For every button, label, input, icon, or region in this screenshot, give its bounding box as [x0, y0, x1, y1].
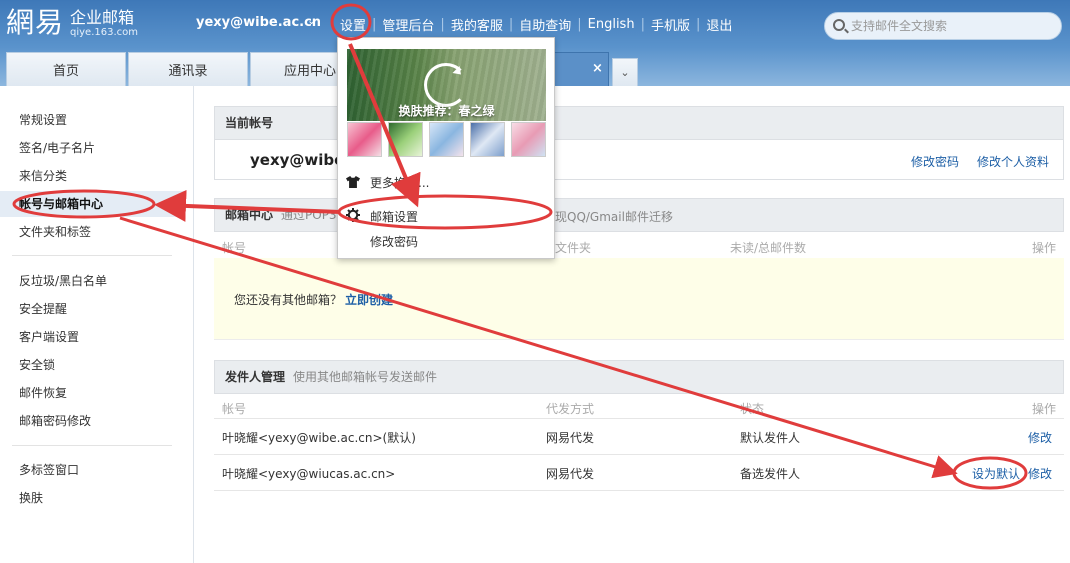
sidebar-item-antispam[interactable]: 反垃圾/黑白名单: [0, 268, 184, 294]
modify-sender-link[interactable]: 修改: [1028, 429, 1052, 446]
panel-subtitle: 使用其他邮箱帐号发送邮件: [293, 370, 438, 384]
empty-mailbox-text: 您还没有其他邮箱？: [234, 293, 343, 307]
skin-thumbnails: [347, 122, 552, 157]
sender-status: 默认发件人: [740, 431, 801, 445]
sidebar-divider: [12, 255, 172, 256]
row-divider: [214, 490, 1064, 491]
column-header-account: 帐号: [222, 241, 247, 255]
search-icon[interactable]: [833, 19, 845, 31]
logo-domain: qiye.163.com: [70, 27, 139, 38]
row-divider: [214, 418, 1064, 419]
create-mailbox-link[interactable]: 立即创建: [345, 291, 393, 308]
sender-status: 备选发件人: [740, 467, 801, 481]
tab-home[interactable]: 首页: [6, 52, 126, 86]
panel-title: 邮箱中心: [225, 208, 274, 222]
skin-thumbnail[interactable]: [511, 122, 546, 157]
sender-account: 叶晓耀<yexy@wiucas.ac.cn>: [222, 467, 396, 481]
column-header-actions: 操作: [1032, 402, 1057, 416]
sidebar-divider: [12, 445, 172, 446]
nav-admin[interactable]: 管理后台: [376, 15, 440, 34]
change-password-item[interactable]: 修改密码: [370, 233, 418, 250]
sidebar-item-client[interactable]: 客户端设置: [0, 324, 184, 350]
skin-thumbnail[interactable]: [429, 122, 464, 157]
skin-preview[interactable]: 换肤推荐：春之绿: [347, 49, 546, 121]
sidebar-item-account-center[interactable]: 帐号与邮箱中心: [0, 191, 184, 217]
column-header-actions: 操作: [1032, 241, 1057, 255]
skin-thumbnail[interactable]: [388, 122, 423, 157]
sidebar-item-security-alert[interactable]: 安全提醒: [0, 296, 184, 322]
logo-product-name: 企业邮箱: [70, 8, 135, 27]
change-password-link[interactable]: 修改密码: [911, 153, 959, 170]
sidebar-item-multi-tab[interactable]: 多标签窗口: [0, 457, 184, 483]
sidebar-item-security-lock[interactable]: 安全锁: [0, 352, 184, 378]
nav-logout[interactable]: 退出: [700, 15, 738, 34]
sidebar-item-general[interactable]: 常规设置: [0, 107, 184, 133]
panel-title: 当前帐号: [225, 116, 274, 130]
skin-thumbnail[interactable]: [347, 122, 382, 157]
more-skins-item[interactable]: 更多换肤...: [370, 174, 429, 191]
search-input[interactable]: [851, 17, 1051, 35]
sidebar-item-skin[interactable]: 换肤: [0, 485, 184, 511]
set-default-sender-link[interactable]: 设为默认: [972, 465, 1020, 482]
sender-account: 叶晓耀<yexy@wibe.ac.cn>(默认): [222, 431, 416, 445]
search-box: [824, 12, 1062, 40]
sidebar-item-filters[interactable]: 来信分类: [0, 163, 184, 189]
edit-profile-link[interactable]: 修改个人资料: [977, 153, 1049, 170]
column-header-status: 状态: [740, 402, 765, 416]
tab-more-button[interactable]: ⌄: [612, 58, 638, 86]
column-header-method: 代发方式: [546, 402, 595, 416]
sidebar-item-signature[interactable]: 签名/电子名片: [0, 135, 184, 161]
nav-support[interactable]: 我的客服: [445, 15, 509, 34]
top-nav: 设置 | 管理后台 | 我的客服 | 自助查询 | English | 手机版 …: [334, 15, 738, 34]
nav-settings[interactable]: 设置: [334, 15, 372, 34]
sidebar-item-folders[interactable]: 文件夹和标签: [0, 219, 184, 245]
nav-mobile[interactable]: 手机版: [645, 15, 696, 34]
sender-method: 网易代发: [546, 431, 595, 445]
panel-title: 发件人管理: [225, 370, 286, 384]
sidebar-item-recovery[interactable]: 邮件恢复: [0, 380, 184, 406]
nav-english[interactable]: English: [582, 17, 641, 32]
tab-contacts[interactable]: 通讯录: [128, 52, 248, 86]
chevron-down-icon[interactable]: ⌄: [307, 14, 316, 27]
logo-mark: 網易: [6, 6, 65, 39]
panel-subtitle-tail: 现QQ/Gmail邮件迁移: [555, 210, 673, 224]
user-email-menu[interactable]: yexy@wibe.ac.cn: [196, 15, 321, 30]
sender-management-header: 发件人管理 使用其他邮箱帐号发送邮件: [214, 360, 1064, 394]
column-header-folder: 文件夹: [555, 241, 592, 255]
close-icon[interactable]: ×: [592, 61, 603, 76]
modify-sender-link[interactable]: 修改: [1028, 465, 1052, 482]
panel-subtitle: 通过POP3: [281, 208, 337, 222]
gear-icon: [346, 208, 360, 222]
tshirt-icon: [346, 176, 360, 188]
skin-thumbnail[interactable]: [470, 122, 505, 157]
refresh-icon[interactable]: [424, 63, 468, 107]
column-header-unread: 未读/总邮件数: [730, 241, 807, 255]
settings-dropdown: 换肤推荐：春之绿 更多换肤... 邮箱设置 修改密码: [337, 37, 555, 259]
sidebar-item-password[interactable]: 邮箱密码修改: [0, 408, 184, 434]
mailbox-settings-item[interactable]: 邮箱设置: [370, 208, 418, 225]
skin-recommendation: 换肤推荐：春之绿: [398, 104, 495, 118]
row-divider: [214, 454, 1064, 455]
nav-self-service[interactable]: 自助查询: [513, 15, 577, 34]
column-header-account: 帐号: [222, 402, 247, 416]
sender-method: 网易代发: [546, 467, 595, 481]
netease-logo[interactable]: 網易 企业邮箱 qiye.163.com: [6, 6, 138, 40]
tab-bar: 首页 通讯录 应用中心: [6, 52, 372, 86]
